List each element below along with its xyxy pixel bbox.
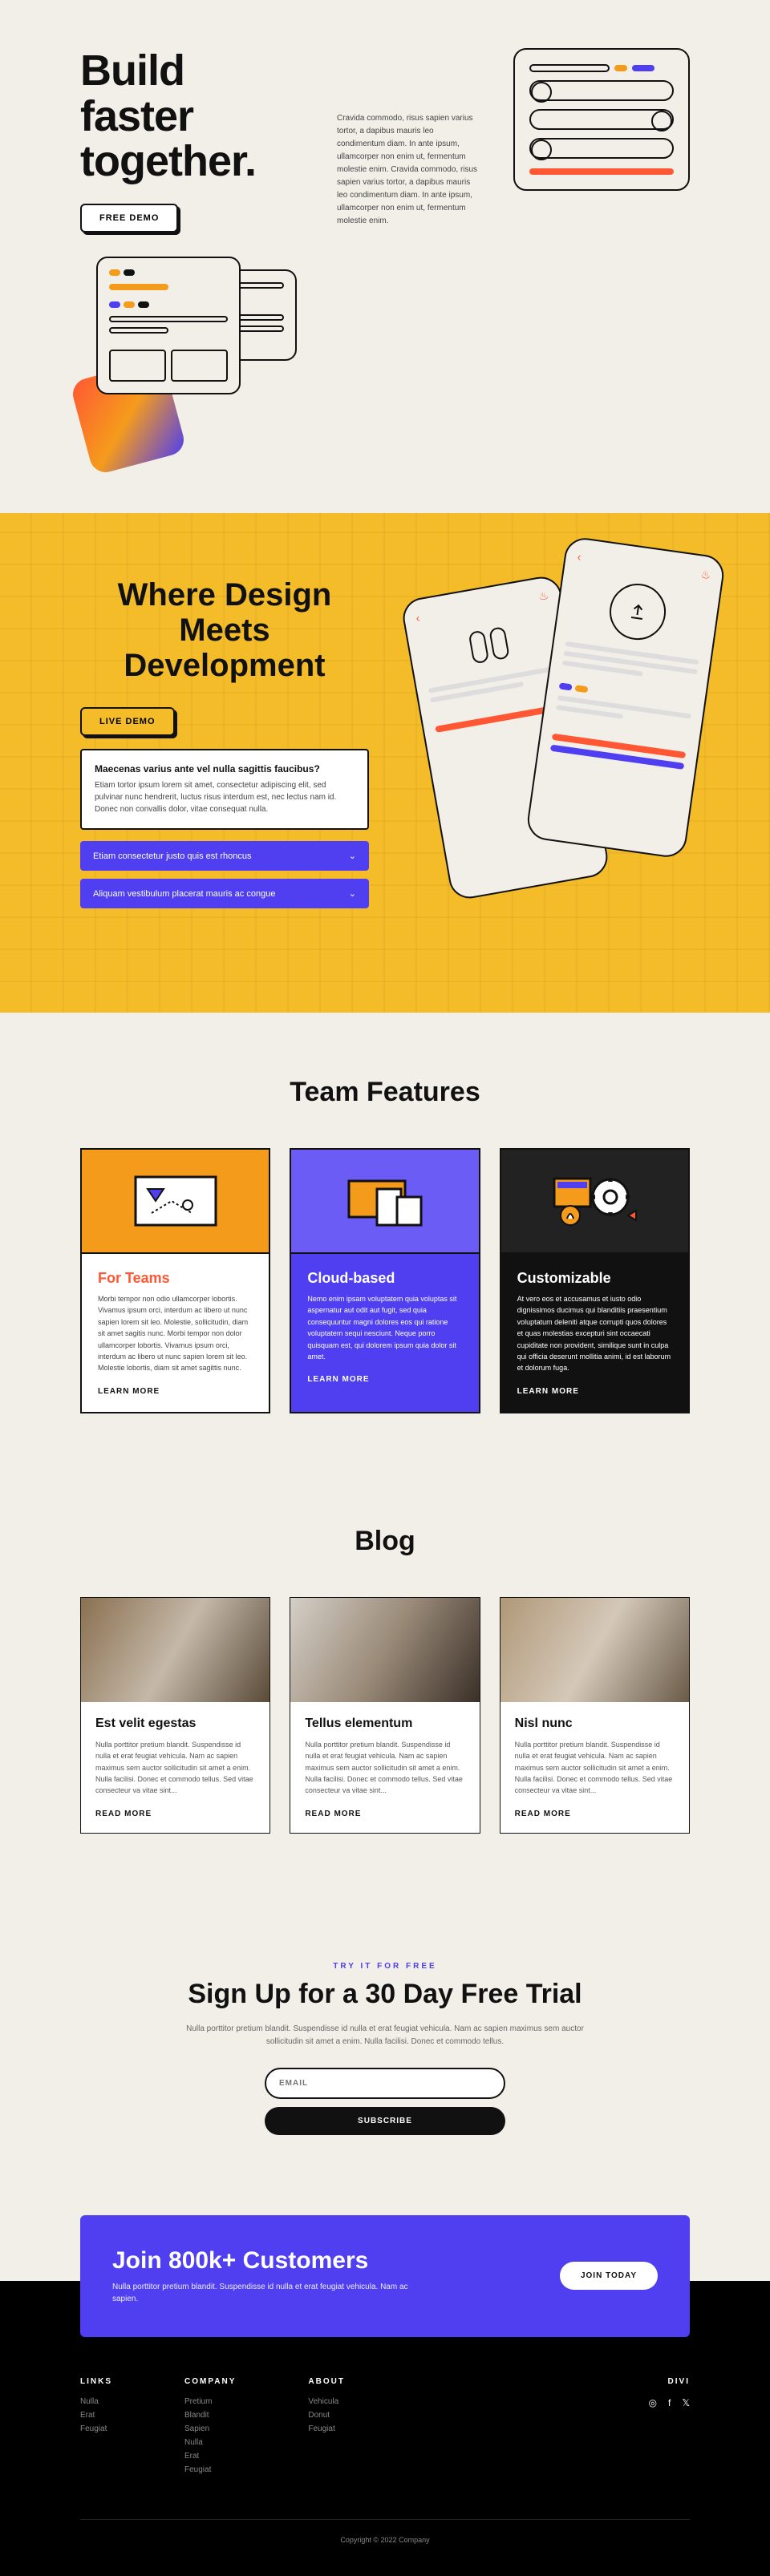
features-heading: Team Features: [80, 1077, 690, 1108]
blog-card[interactable]: Est velit egestas Nulla porttitor pretiu…: [80, 1597, 270, 1834]
accordion-label: Etiam consectetur justo quis est rhoncus: [93, 851, 251, 861]
footer-link[interactable]: Blandit: [184, 2411, 236, 2420]
footer-link[interactable]: Erat: [80, 2411, 112, 2420]
footer-col-brand: DIVI ◎ f 𝕏: [649, 2377, 691, 2479]
trial-title: Sign Up for a 30 Day Free Trial: [80, 1979, 690, 2010]
instagram-icon[interactable]: ◎: [649, 2397, 657, 2408]
footer-link[interactable]: Donut: [308, 2411, 345, 2420]
expand-icon: ⌄: [349, 888, 356, 899]
learn-more-link[interactable]: LEARN MORE: [307, 1375, 462, 1384]
hero-section: Build faster together. FREE DEMO: [0, 0, 770, 513]
read-more-link[interactable]: READ MORE: [515, 1810, 675, 1818]
blog-heading: Blog: [80, 1526, 690, 1557]
faq-answer: Etiam tortor ipsum lorem sit amet, conse…: [95, 779, 355, 815]
phones-illustration: ‹♨ ‹♨: [401, 577, 690, 916]
join-banner: Join 800k+ Customers Nulla porttitor pre…: [80, 2215, 690, 2337]
upload-icon: [606, 580, 670, 644]
back-icon: ‹: [577, 550, 582, 564]
hero-wireframe-card: [513, 48, 690, 191]
blog-post-excerpt: Nulla porttitor pretium blandit. Suspend…: [515, 1739, 675, 1797]
footer-link[interactable]: Erat: [184, 2452, 236, 2461]
blog-image: [500, 1598, 689, 1702]
accordion-label: Aliquam vestibulum placerat mauris ac co…: [93, 889, 275, 899]
footer-link[interactable]: Nulla: [184, 2438, 236, 2447]
free-demo-button[interactable]: FREE DEMO: [80, 204, 178, 233]
blog-image: [290, 1598, 479, 1702]
footer-link[interactable]: Sapien: [184, 2424, 236, 2433]
footer-col-links: LINKS Nulla Erat Feugiat: [80, 2377, 112, 2479]
trial-section: TRY IT FOR FREE Sign Up for a 30 Day Fre…: [0, 1914, 770, 2215]
blog-card[interactable]: Tellus elementum Nulla porttitor pretium…: [290, 1597, 480, 1834]
footer-col-about: ABOUT Vehicula Donut Feugiat: [308, 2377, 345, 2479]
footer-link[interactable]: Feugiat: [80, 2424, 112, 2433]
yellow-title: Where Design Meets Development: [80, 577, 369, 683]
footer-col-company: COMPANY Pretium Blandit Sapien Nulla Era…: [184, 2377, 236, 2479]
blog-card[interactable]: Nisl nunc Nulla porttitor pretium blandi…: [500, 1597, 690, 1834]
blog-post-excerpt: Nulla porttitor pretium blandit. Suspend…: [95, 1739, 255, 1797]
hero-illustration: [80, 257, 305, 481]
footer-link[interactable]: Vehicula: [308, 2397, 345, 2406]
footer-link[interactable]: Feugiat: [308, 2424, 345, 2433]
features-section: Team Features For Teams Morbi tempor non…: [0, 1013, 770, 1478]
footer-link[interactable]: Pretium: [184, 2397, 236, 2406]
read-more-link[interactable]: READ MORE: [95, 1810, 255, 1818]
flame-icon: ♨: [537, 588, 549, 604]
yellow-section: Where Design Meets Development LIVE DEMO…: [0, 513, 770, 1013]
feature-title: For Teams: [98, 1270, 253, 1287]
footer-col-heading: COMPANY: [184, 2377, 236, 2386]
footer-col-heading: ABOUT: [308, 2377, 345, 2386]
join-title: Join 800k+ Customers: [112, 2247, 417, 2275]
learn-more-link[interactable]: LEARN MORE: [517, 1387, 672, 1396]
blog-post-excerpt: Nulla porttitor pretium blandit. Suspend…: [305, 1739, 464, 1797]
accordion-item-2[interactable]: Aliquam vestibulum placerat mauris ac co…: [80, 879, 369, 908]
join-desc: Nulla porttitor pretium blandit. Suspend…: [112, 2281, 417, 2305]
back-icon: ‹: [415, 611, 421, 625]
feature-title: Customizable: [517, 1270, 672, 1287]
expand-icon: ⌄: [349, 851, 356, 861]
read-more-link[interactable]: READ MORE: [305, 1810, 464, 1818]
blog-post-title: Est velit egestas: [95, 1717, 255, 1731]
subscribe-button[interactable]: SUBSCRIBE: [265, 2107, 505, 2135]
trial-desc: Nulla porttitor pretium blandit. Suspend…: [184, 2023, 586, 2048]
email-input[interactable]: [265, 2068, 505, 2099]
learn-more-link[interactable]: LEARN MORE: [98, 1387, 253, 1396]
blog-image: [81, 1598, 270, 1702]
feature-title: Cloud-based: [307, 1270, 462, 1287]
footer-link[interactable]: Feugiat: [184, 2465, 236, 2474]
blog-section: Blog Est velit egestas Nulla porttitor p…: [0, 1478, 770, 1914]
copyright: Copyright © 2022 Company: [80, 2519, 690, 2544]
facebook-icon[interactable]: f: [668, 2397, 671, 2408]
flame-icon: ♨: [700, 568, 712, 583]
footer-link[interactable]: Nulla: [80, 2397, 112, 2406]
live-demo-button[interactable]: LIVE DEMO: [80, 707, 175, 736]
feature-card-teams: For Teams Morbi tempor non odio ullamcor…: [80, 1148, 270, 1413]
hero-title: Build faster together.: [80, 48, 305, 184]
blog-post-title: Nisl nunc: [515, 1717, 675, 1731]
faq-question: Maecenas varius ante vel nulla sagittis …: [95, 763, 355, 774]
blog-post-title: Tellus elementum: [305, 1717, 464, 1731]
trial-tag: TRY IT FOR FREE: [80, 1962, 690, 1971]
feature-desc: Morbi tempor non odio ullamcorper lobort…: [98, 1293, 253, 1374]
feature-desc: Nemo enim ipsam voluptatem quia voluptas…: [307, 1293, 462, 1362]
accordion-item-1[interactable]: Etiam consectetur justo quis est rhoncus…: [80, 841, 369, 871]
footer-col-heading: LINKS: [80, 2377, 112, 2386]
join-button[interactable]: JOIN TODAY: [560, 2262, 658, 2290]
feature-card-custom: Customizable At vero eos et accusamus et…: [500, 1148, 690, 1413]
twitter-icon[interactable]: 𝕏: [682, 2397, 690, 2408]
faq-open: Maecenas varius ante vel nulla sagittis …: [80, 749, 369, 830]
feature-desc: At vero eos et accusamus et iusto odio d…: [517, 1293, 672, 1374]
feature-card-cloud: Cloud-based Nemo enim ipsam voluptatem q…: [290, 1148, 480, 1413]
hero-description: Cravida commodo, risus sapien varius tor…: [337, 48, 481, 481]
footer-brand: DIVI: [649, 2377, 691, 2386]
